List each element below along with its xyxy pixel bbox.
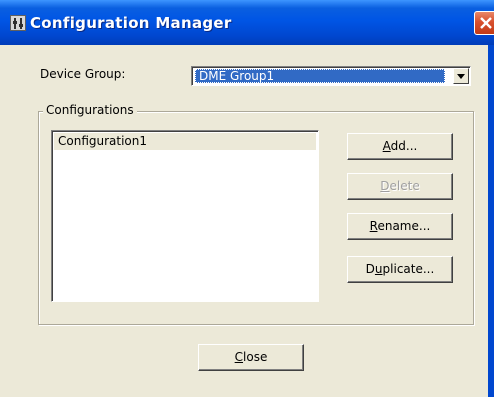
close-button[interactable]: Close bbox=[198, 344, 304, 371]
dropdown-button[interactable] bbox=[453, 68, 469, 84]
chevron-down-icon bbox=[457, 74, 465, 79]
duplicate-button[interactable]: Duplicate... bbox=[347, 256, 453, 283]
window-title: Configuration Manager bbox=[30, 14, 232, 32]
duplicate-button-prefix: D bbox=[365, 262, 375, 276]
add-button[interactable]: Add... bbox=[347, 133, 453, 160]
close-icon bbox=[480, 17, 492, 29]
rename-button[interactable]: Rename... bbox=[347, 213, 453, 240]
window-close-button[interactable] bbox=[474, 11, 494, 35]
rename-button-label: ename... bbox=[377, 219, 431, 233]
device-group-selected-value[interactable]: DME Group1 bbox=[195, 69, 445, 83]
delete-button-label: elete bbox=[389, 179, 420, 193]
duplicate-button-mnemonic: u bbox=[374, 262, 383, 276]
close-button-label: lose bbox=[243, 350, 268, 364]
device-group-select[interactable]: DME Group1 bbox=[191, 66, 471, 86]
configurations-group-label: Configurations bbox=[43, 103, 137, 117]
add-button-label: dd... bbox=[390, 139, 418, 153]
list-item[interactable]: Configuration1 bbox=[54, 133, 316, 150]
device-group-label: Device Group: bbox=[40, 67, 126, 81]
duplicate-button-label: plicate... bbox=[382, 262, 435, 276]
window-border bbox=[488, 45, 494, 397]
delete-button-mnemonic: D bbox=[380, 179, 390, 193]
dme-fader-icon bbox=[10, 15, 26, 31]
delete-button[interactable]: Delete bbox=[347, 173, 453, 200]
title-bar[interactable]: Configuration Manager bbox=[0, 0, 494, 45]
add-button-mnemonic: A bbox=[382, 139, 391, 153]
configurations-list[interactable]: Configuration1 bbox=[51, 130, 319, 302]
close-button-mnemonic: C bbox=[234, 350, 244, 364]
configuration-manager-window: Configuration Manager Device Group: DME … bbox=[0, 0, 494, 397]
